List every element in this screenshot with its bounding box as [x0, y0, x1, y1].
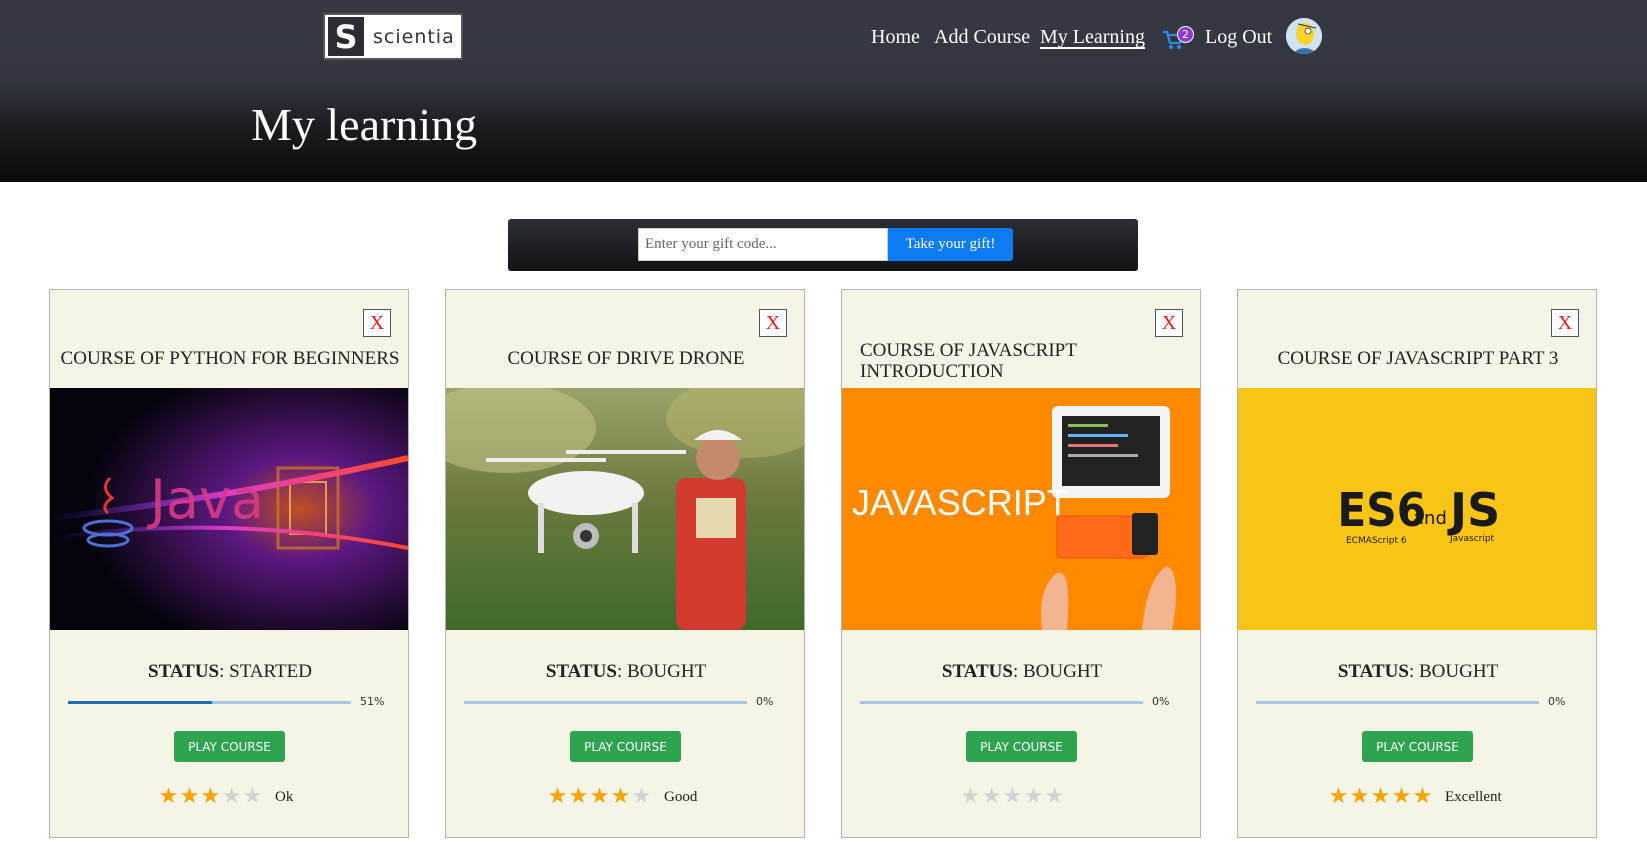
rating-label: Ok [275, 788, 294, 805]
javascript-caption: Javascript [1449, 534, 1495, 544]
remove-course-button[interactable]: X [759, 309, 787, 337]
logout-link[interactable]: Log Out [1205, 26, 1272, 49]
javascript-image-text: JAVASCRIPT [852, 482, 1069, 523]
progress-percent: 0% [1152, 695, 1170, 708]
star-empty-icon[interactable]: ★ [981, 786, 1002, 808]
ecmascript-text: ECMAScript 6 [1346, 536, 1407, 546]
play-course-button[interactable]: PLAY COURSE [1362, 731, 1473, 762]
star-empty-icon[interactable]: ★ [1044, 786, 1065, 808]
progress-bar [1256, 701, 1539, 704]
star-empty-icon[interactable]: ★ [1023, 786, 1044, 808]
logo-text: scientia [373, 25, 455, 48]
star-filled-icon[interactable]: ★ [158, 786, 179, 808]
course-title: COURSE OF DRIVE DRONE [507, 348, 745, 369]
star-filled-icon[interactable]: ★ [1328, 786, 1349, 808]
star-filled-icon[interactable]: ★ [200, 786, 221, 808]
js-text: JS [1447, 483, 1500, 537]
remove-course-button[interactable]: X [363, 309, 391, 337]
star-filled-icon[interactable]: ★ [1391, 786, 1412, 808]
rating[interactable]: ★ ★ ★ ★ ★ Good [547, 786, 698, 808]
nav-add-course-link[interactable]: Add Course [934, 26, 1030, 49]
take-gift-button[interactable]: Take your gift! [888, 228, 1013, 261]
course-title: COURSE OF JAVASCRIPT PART 3 [1277, 348, 1559, 369]
star-empty-icon[interactable]: ★ [242, 786, 263, 808]
page-title: My learning [251, 99, 478, 150]
svg-text:Java: Java [147, 468, 264, 531]
star-filled-icon[interactable]: ★ [1412, 786, 1433, 808]
rating-label: Good [664, 788, 698, 805]
rating[interactable]: ★ ★ ★ ★ ★ [960, 786, 1077, 808]
course-status: STATUS: BOUGHT [545, 661, 707, 682]
gift-code-bar: Take your gift! [508, 219, 1138, 271]
remove-course-button[interactable]: X [1155, 309, 1183, 337]
logo-mark: S [328, 17, 364, 56]
star-filled-icon[interactable]: ★ [179, 786, 200, 808]
avatar[interactable] [1286, 18, 1322, 54]
star-filled-icon[interactable]: ★ [1349, 786, 1370, 808]
remove-course-button[interactable]: X [1551, 309, 1579, 337]
logo[interactable]: S scientia [323, 13, 463, 60]
star-filled-icon[interactable]: ★ [589, 786, 610, 808]
rating-label: Excellent [1445, 788, 1502, 805]
nav-my-learning-link[interactable]: My Learning [1040, 26, 1145, 49]
and-text: and [1413, 508, 1447, 529]
progress-bar [464, 701, 747, 704]
cart-count-badge: 2 [1177, 26, 1194, 43]
course-image-drone [446, 388, 804, 630]
course-status: STATUS: BOUGHT [1337, 661, 1499, 682]
rating[interactable]: ★ ★ ★ ★ ★ Excellent [1328, 786, 1502, 808]
star-filled-icon[interactable]: ★ [547, 786, 568, 808]
play-course-button[interactable]: PLAY COURSE [966, 731, 1077, 762]
rating[interactable]: ★ ★ ★ ★ ★ Ok [158, 786, 294, 808]
star-filled-icon[interactable]: ★ [568, 786, 589, 808]
gift-code-input[interactable] [638, 228, 888, 261]
course-card: X COURSE OF PYTHON FOR BEGINNERS Java ST… [49, 289, 409, 838]
star-empty-icon[interactable]: ★ [631, 786, 652, 808]
course-title: COURSE OF PYTHON FOR BEGINNERS [60, 348, 400, 369]
star-empty-icon[interactable]: ★ [1002, 786, 1023, 808]
course-status: STATUS: BOUGHT [941, 661, 1103, 682]
star-filled-icon[interactable]: ★ [610, 786, 631, 808]
header: S scientia Home Add Course My Learning 2… [0, 0, 1647, 182]
play-course-button[interactable]: PLAY COURSE [570, 731, 681, 762]
cart-button[interactable]: 2 [1162, 26, 1196, 52]
course-image-javascript: JAVASCRIPT [842, 388, 1200, 630]
course-title: COURSE OF JAVASCRIPT INTRODUCTION [860, 340, 1077, 382]
course-card: X COURSE OF JAVASCRIPT PART 3 ES6 and JS… [1237, 289, 1597, 838]
course-status: STATUS: STARTED [148, 661, 312, 682]
course-card: X COURSE OF DRIVE DRONE STATUS: BOUGHT 0… [445, 289, 805, 838]
star-empty-icon[interactable]: ★ [221, 786, 242, 808]
progress-percent: 0% [756, 695, 774, 708]
progress-percent: 51% [360, 695, 385, 708]
course-card: X COURSE OF JAVASCRIPT INTRODUCTION JAVA… [841, 289, 1201, 838]
star-empty-icon[interactable]: ★ [960, 786, 981, 808]
course-image-java: Java [50, 388, 408, 630]
progress-bar [860, 701, 1143, 704]
nav-home-link[interactable]: Home [871, 26, 920, 49]
play-course-button[interactable]: PLAY COURSE [174, 731, 285, 762]
progress-bar [68, 701, 351, 704]
course-image-es6-js: ES6 and JS ECMAScript 6 Javascript [1238, 388, 1596, 630]
progress-percent: 0% [1548, 695, 1566, 708]
star-filled-icon[interactable]: ★ [1370, 786, 1391, 808]
